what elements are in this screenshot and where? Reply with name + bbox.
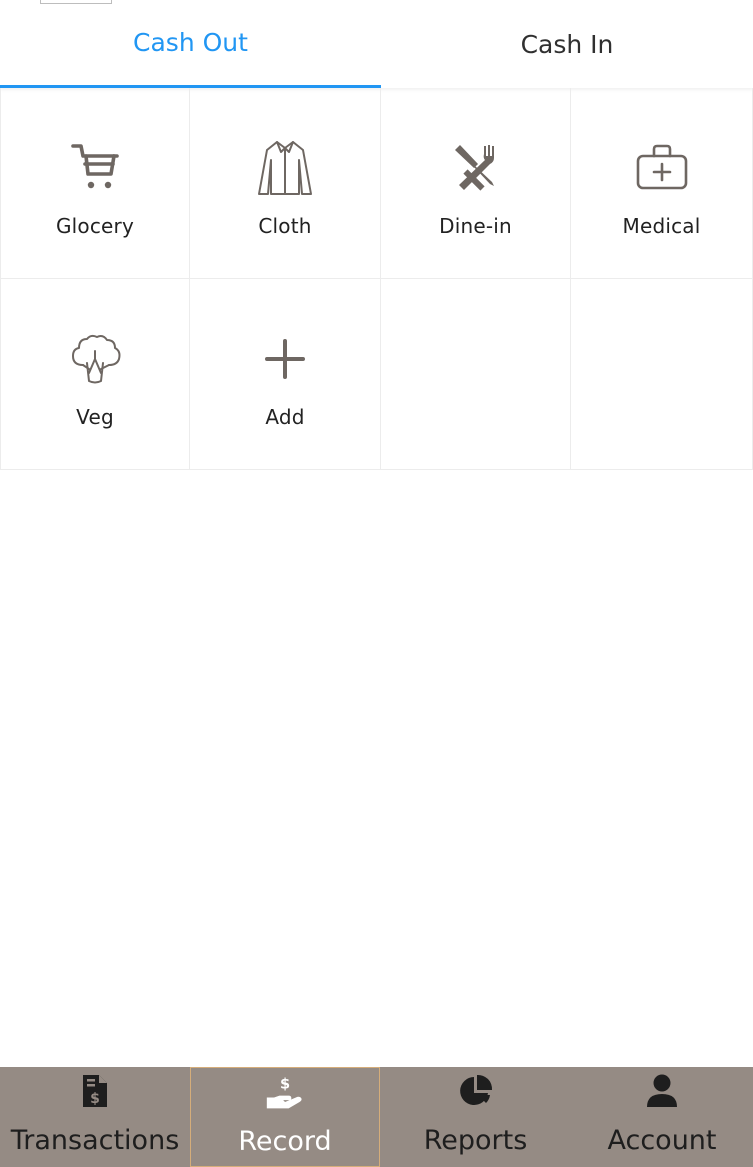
user-icon bbox=[642, 1071, 682, 1111]
fork-knife-icon bbox=[444, 136, 508, 200]
category-label: Veg bbox=[76, 405, 114, 429]
category-dine-in[interactable]: Dine-in bbox=[381, 88, 571, 279]
shirt-icon bbox=[253, 136, 317, 200]
broccoli-icon bbox=[63, 327, 127, 391]
medical-kit-icon bbox=[630, 136, 694, 200]
category-medical[interactable]: Medical bbox=[571, 88, 753, 279]
nav-account[interactable]: Account bbox=[571, 1067, 753, 1167]
category-label: Dine-in bbox=[439, 214, 512, 238]
nav-transactions[interactable]: $ Transactions bbox=[0, 1067, 190, 1167]
category-glocery[interactable]: Glocery bbox=[0, 88, 190, 279]
category-label: Add bbox=[265, 405, 305, 429]
nav-record[interactable]: $ Record bbox=[190, 1067, 380, 1167]
nav-label: Record bbox=[238, 1126, 332, 1157]
category-cloth[interactable]: Cloth bbox=[190, 88, 381, 279]
empty-cell bbox=[571, 279, 753, 470]
empty-cell bbox=[381, 279, 571, 470]
category-veg[interactable]: Veg bbox=[0, 279, 190, 470]
nav-label: Transactions bbox=[10, 1125, 180, 1156]
bottom-nav: $ Transactions $ Record Reports Account bbox=[0, 1067, 753, 1167]
svg-text:$: $ bbox=[280, 1076, 290, 1092]
category-label: Medical bbox=[622, 214, 701, 238]
app-root: Cash Out Cash In Glocery Cloth Dine-in M… bbox=[0, 0, 753, 1167]
nav-reports[interactable]: Reports bbox=[380, 1067, 571, 1167]
tab-cash-in[interactable]: Cash In bbox=[381, 0, 753, 88]
category-grid: Glocery Cloth Dine-in Medical Veg Add bbox=[0, 88, 753, 470]
nav-label: Reports bbox=[423, 1125, 528, 1156]
svg-text:$: $ bbox=[90, 1091, 100, 1107]
nav-label: Account bbox=[607, 1125, 717, 1156]
plus-icon bbox=[253, 327, 317, 391]
pie-chart-icon bbox=[456, 1071, 496, 1111]
shopping-cart-icon bbox=[63, 136, 127, 200]
hand-dollar-icon: $ bbox=[265, 1072, 305, 1112]
category-label: Cloth bbox=[258, 214, 312, 238]
invoice-dollar-icon: $ bbox=[75, 1071, 115, 1111]
category-label: Glocery bbox=[55, 214, 135, 238]
tab-cash-out[interactable]: Cash Out bbox=[0, 0, 381, 88]
category-add[interactable]: Add bbox=[190, 279, 381, 470]
tab-bar: Cash Out Cash In bbox=[0, 0, 753, 88]
